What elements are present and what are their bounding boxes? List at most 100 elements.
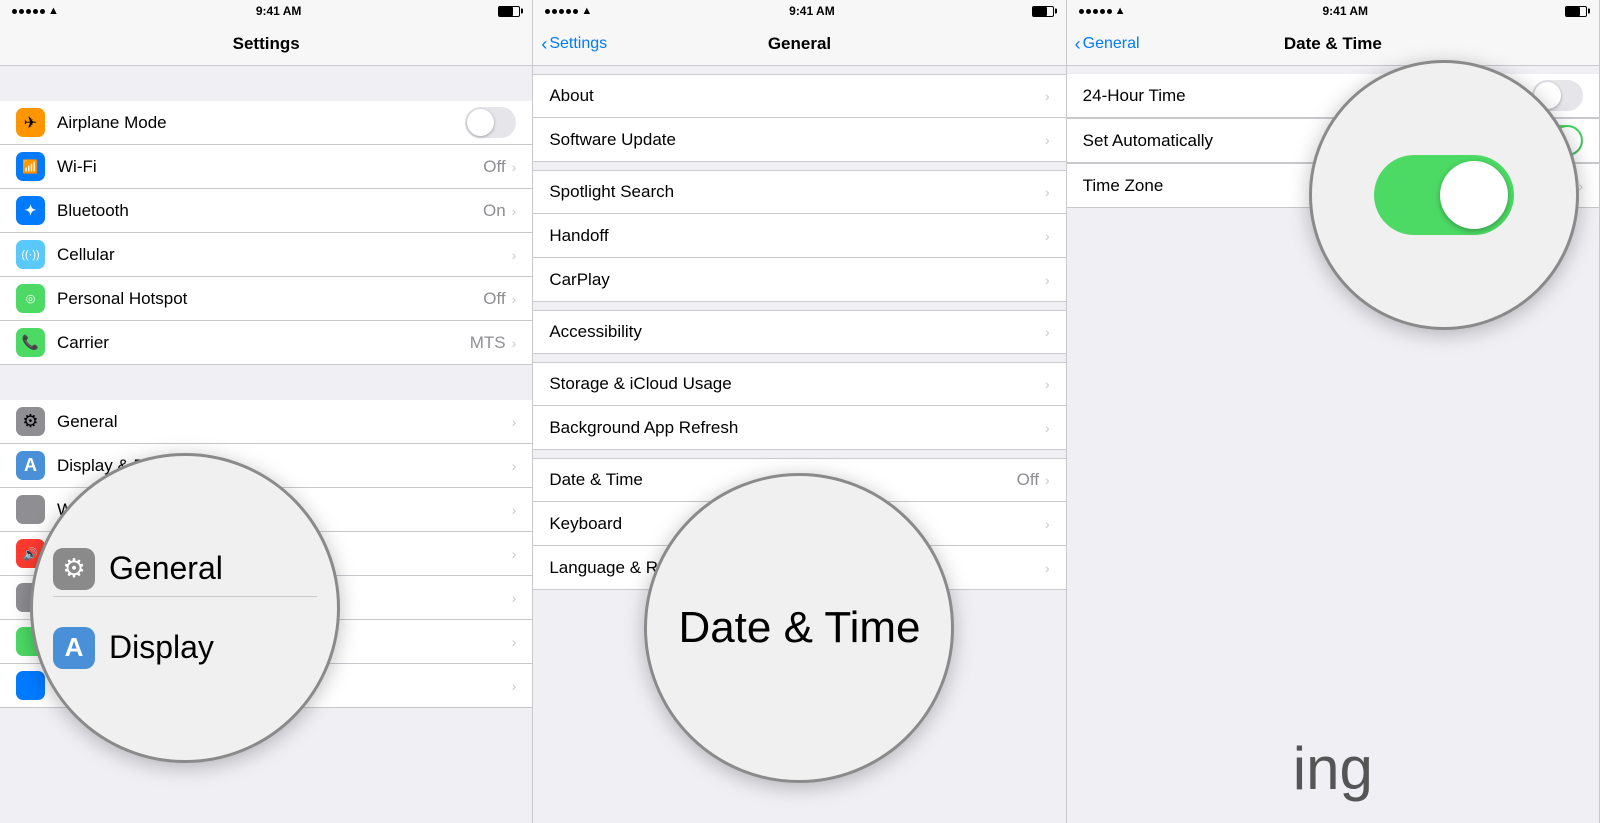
storage-chevron: › bbox=[1045, 376, 1050, 392]
software-update-label: Software Update bbox=[549, 130, 1045, 150]
nav-title-3: Date & Time bbox=[1284, 34, 1382, 54]
carplay-label: CarPlay bbox=[549, 270, 1045, 290]
row-carrier[interactable]: 📞 Carrier MTS › bbox=[0, 321, 532, 365]
datetime-value: Off bbox=[1017, 470, 1039, 490]
zoom-general-icon: ⚙ bbox=[53, 548, 95, 590]
bluetooth-icon: ✦ bbox=[16, 196, 45, 225]
row-spotlight[interactable]: Spotlight Search › bbox=[533, 170, 1065, 214]
status-time-2: 9:41 AM bbox=[789, 4, 835, 18]
battery-icon-1 bbox=[498, 6, 520, 17]
nav-back-label-2: Settings bbox=[549, 35, 607, 53]
battery-icon-3 bbox=[1565, 6, 1587, 17]
row-airplane[interactable]: ✈ Airplane Mode bbox=[0, 101, 532, 145]
row-accessibility[interactable]: Accessibility › bbox=[533, 310, 1065, 354]
dot5 bbox=[40, 9, 45, 14]
datetime-chevron: › bbox=[1045, 472, 1050, 488]
general-icon: ⚙ bbox=[16, 407, 45, 436]
display-chevron: › bbox=[512, 458, 517, 474]
airplane-toggle[interactable] bbox=[465, 107, 516, 138]
nav-back-3[interactable]: ‹ General bbox=[1075, 35, 1140, 53]
dot3-2 bbox=[1086, 9, 1091, 14]
airplane-icon: ✈ bbox=[16, 108, 45, 137]
cellular-chevron: › bbox=[512, 247, 517, 263]
row-handoff[interactable]: Handoff › bbox=[533, 214, 1065, 258]
row-general[interactable]: ⚙ General › bbox=[0, 400, 532, 444]
zoom-general-row: ⚙ General bbox=[53, 542, 317, 597]
nav-bar-3: ‹ General Date & Time bbox=[1067, 22, 1599, 66]
about-label: About bbox=[549, 86, 1045, 106]
signal-area: ▲ bbox=[12, 5, 59, 17]
carrier-icon: 📞 bbox=[16, 328, 45, 357]
wifi-icon-3: ▲ bbox=[1115, 5, 1126, 17]
cellular-icon: ((·)) bbox=[16, 240, 45, 269]
dot2-1 bbox=[545, 9, 550, 14]
general-chevron: › bbox=[512, 414, 517, 430]
zoom-circle-1: ⚙ General A Display bbox=[30, 453, 340, 763]
row-carplay[interactable]: CarPlay › bbox=[533, 258, 1065, 302]
dot3-3 bbox=[1093, 9, 1098, 14]
zoom-circle-2: Date & Time bbox=[644, 473, 954, 783]
zoom3-content bbox=[1312, 63, 1576, 327]
bgrefresh-label: Background App Refresh bbox=[549, 418, 1045, 438]
battery-fill-3 bbox=[1566, 7, 1580, 16]
status-bar-3: ▲ 9:41 AM bbox=[1067, 0, 1599, 22]
status-bar-1: ▲ 9:41 AM bbox=[0, 0, 532, 22]
hotspot-label: Personal Hotspot bbox=[57, 289, 483, 309]
bluetooth-value: On bbox=[483, 201, 506, 221]
timezone-chevron: › bbox=[1578, 178, 1583, 194]
dot4 bbox=[33, 9, 38, 14]
div2-1 bbox=[533, 162, 1065, 170]
div2-3 bbox=[533, 354, 1065, 362]
battery-icon-2 bbox=[1032, 6, 1054, 17]
nav-title-1: Settings bbox=[233, 34, 300, 54]
dot3-4 bbox=[1100, 9, 1105, 14]
zoom-display-label: Display bbox=[109, 629, 214, 666]
carplay-chevron: › bbox=[1045, 272, 1050, 288]
signal-dots-2 bbox=[545, 9, 578, 14]
hotspot-value: Off bbox=[483, 289, 505, 309]
dot3-1 bbox=[1079, 9, 1084, 14]
cellular-label: Cellular bbox=[57, 245, 512, 265]
nav-title-2: General bbox=[768, 34, 831, 54]
back-chevron-2: ‹ bbox=[541, 35, 547, 53]
row-about[interactable]: About › bbox=[533, 74, 1065, 118]
row-bgrefresh[interactable]: Background App Refresh › bbox=[533, 406, 1065, 450]
zoom-display-icon: A bbox=[53, 627, 95, 669]
software-update-chevron: › bbox=[1045, 132, 1050, 148]
row-cellular[interactable]: ((·)) Cellular › bbox=[0, 233, 532, 277]
battery-area-1 bbox=[498, 6, 520, 17]
display-icon: A bbox=[16, 451, 45, 480]
div2-0 bbox=[533, 66, 1065, 74]
signal-dots-3 bbox=[1079, 9, 1112, 14]
nav-bar-2: ‹ Settings General bbox=[533, 22, 1065, 66]
row-storage[interactable]: Storage & iCloud Usage › bbox=[533, 362, 1065, 406]
dot2-4 bbox=[566, 9, 571, 14]
nav-back-label-3: General bbox=[1083, 35, 1140, 53]
panel-settings: ▲ 9:41 AM Settings ✈ Airplane Mode 📶 Wi-… bbox=[0, 0, 533, 823]
carrier-label: Carrier bbox=[57, 333, 470, 353]
language-chevron: › bbox=[1045, 560, 1050, 576]
row-bluetooth[interactable]: ✦ Bluetooth On › bbox=[0, 189, 532, 233]
nav-back-2[interactable]: ‹ Settings bbox=[541, 35, 607, 53]
bgrefresh-chevron: › bbox=[1045, 420, 1050, 436]
row-hotspot[interactable]: ◎ Personal Hotspot Off › bbox=[0, 277, 532, 321]
row-wifi[interactable]: 📶 Wi-Fi Off › bbox=[0, 145, 532, 189]
zoom-display-row: A Display bbox=[53, 621, 317, 675]
signal-dots bbox=[12, 9, 45, 14]
zoom1-content: ⚙ General A Display bbox=[33, 456, 337, 760]
signal-area-3: ▲ bbox=[1079, 5, 1126, 17]
section-div-0 bbox=[0, 66, 532, 101]
handoff-chevron: › bbox=[1045, 228, 1050, 244]
sounds-chevron: › bbox=[512, 546, 517, 562]
bluetooth-label: Bluetooth bbox=[57, 201, 483, 221]
wallpaper-icon bbox=[16, 495, 45, 524]
keyboard-chevron: › bbox=[1045, 516, 1050, 532]
accessibility-label: Accessibility bbox=[549, 322, 1045, 342]
section-div-1 bbox=[0, 365, 532, 400]
signal-area-2: ▲ bbox=[545, 5, 592, 17]
row-software-update[interactable]: Software Update › bbox=[533, 118, 1065, 162]
dot2-5 bbox=[573, 9, 578, 14]
hotspot-chevron: › bbox=[512, 291, 517, 307]
wifi-chevron: › bbox=[512, 159, 517, 175]
zoom-circle-3 bbox=[1309, 60, 1579, 330]
